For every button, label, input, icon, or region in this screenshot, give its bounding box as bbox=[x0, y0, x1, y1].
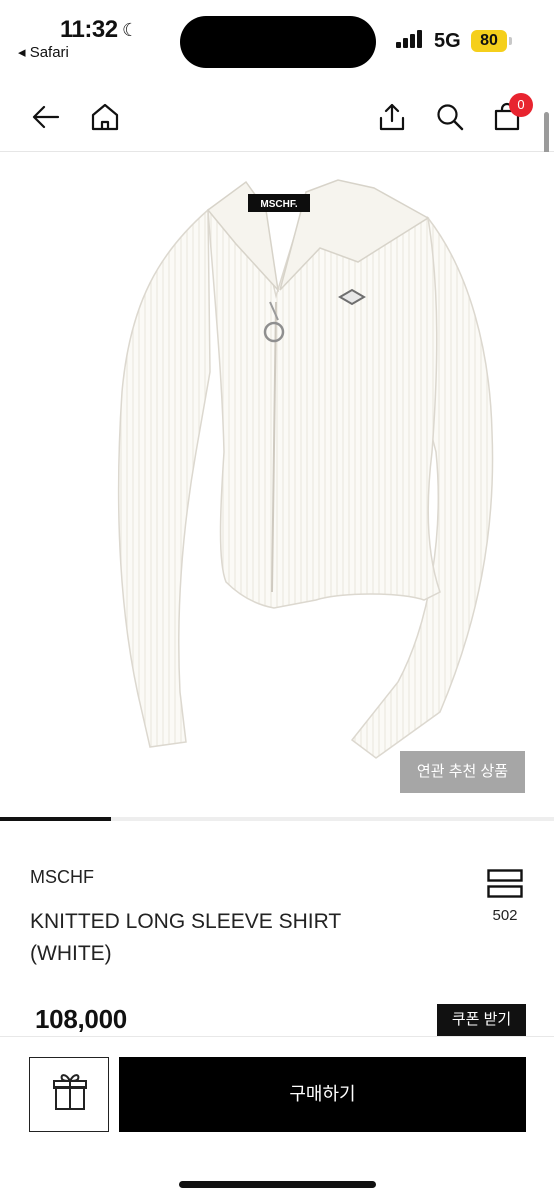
buy-now-button[interactable]: 구매하기 bbox=[119, 1057, 526, 1132]
share-icon[interactable] bbox=[377, 102, 407, 132]
product-title-line1: KNITTED LONG SLEEVE SHIRT bbox=[30, 910, 342, 933]
home-indicator bbox=[179, 1181, 376, 1188]
moon-icon: ☾ bbox=[122, 20, 139, 40]
product-image[interactable]: MSCHF. bbox=[0, 152, 554, 820]
battery-icon: 80 bbox=[471, 30, 507, 52]
product-title: KNITTED LONG SLEEVE SHIRT (WHITE) bbox=[30, 906, 430, 970]
cart-count-badge: 0 bbox=[509, 93, 533, 117]
product-title-line2: (WHITE) bbox=[30, 942, 112, 965]
label-tag-text: MSCHF. bbox=[260, 199, 297, 210]
product-brand[interactable]: MSCHF bbox=[30, 867, 94, 888]
gift-icon bbox=[53, 1074, 87, 1110]
bookmark-icon[interactable] bbox=[487, 869, 523, 899]
arrow-left-icon[interactable] bbox=[31, 102, 61, 132]
dynamic-island bbox=[180, 16, 376, 68]
back-to-safari-link[interactable]: ◂ Safari bbox=[18, 43, 69, 61]
status-bar: 11:32 ☾ ◂ Safari 5G 80 bbox=[0, 0, 554, 80]
search-icon[interactable] bbox=[435, 102, 465, 132]
signal-icon bbox=[396, 30, 426, 48]
like-count: 502 bbox=[492, 907, 518, 924]
network-type: 5G bbox=[434, 30, 461, 52]
related-products-button[interactable]: 연관 추천 상품 bbox=[400, 751, 525, 793]
status-time: 11:32 bbox=[60, 16, 118, 43]
image-carousel-progress bbox=[0, 817, 111, 821]
top-nav-bar bbox=[0, 80, 554, 152]
battery-tip bbox=[509, 37, 512, 45]
home-icon[interactable] bbox=[90, 102, 120, 132]
product-price: 108,000 bbox=[35, 1004, 127, 1034]
get-coupon-button[interactable]: 쿠폰 받기 bbox=[437, 1004, 526, 1036]
gift-button[interactable] bbox=[29, 1057, 109, 1132]
knit-cardigan-image: MSCHF. bbox=[117, 179, 494, 759]
